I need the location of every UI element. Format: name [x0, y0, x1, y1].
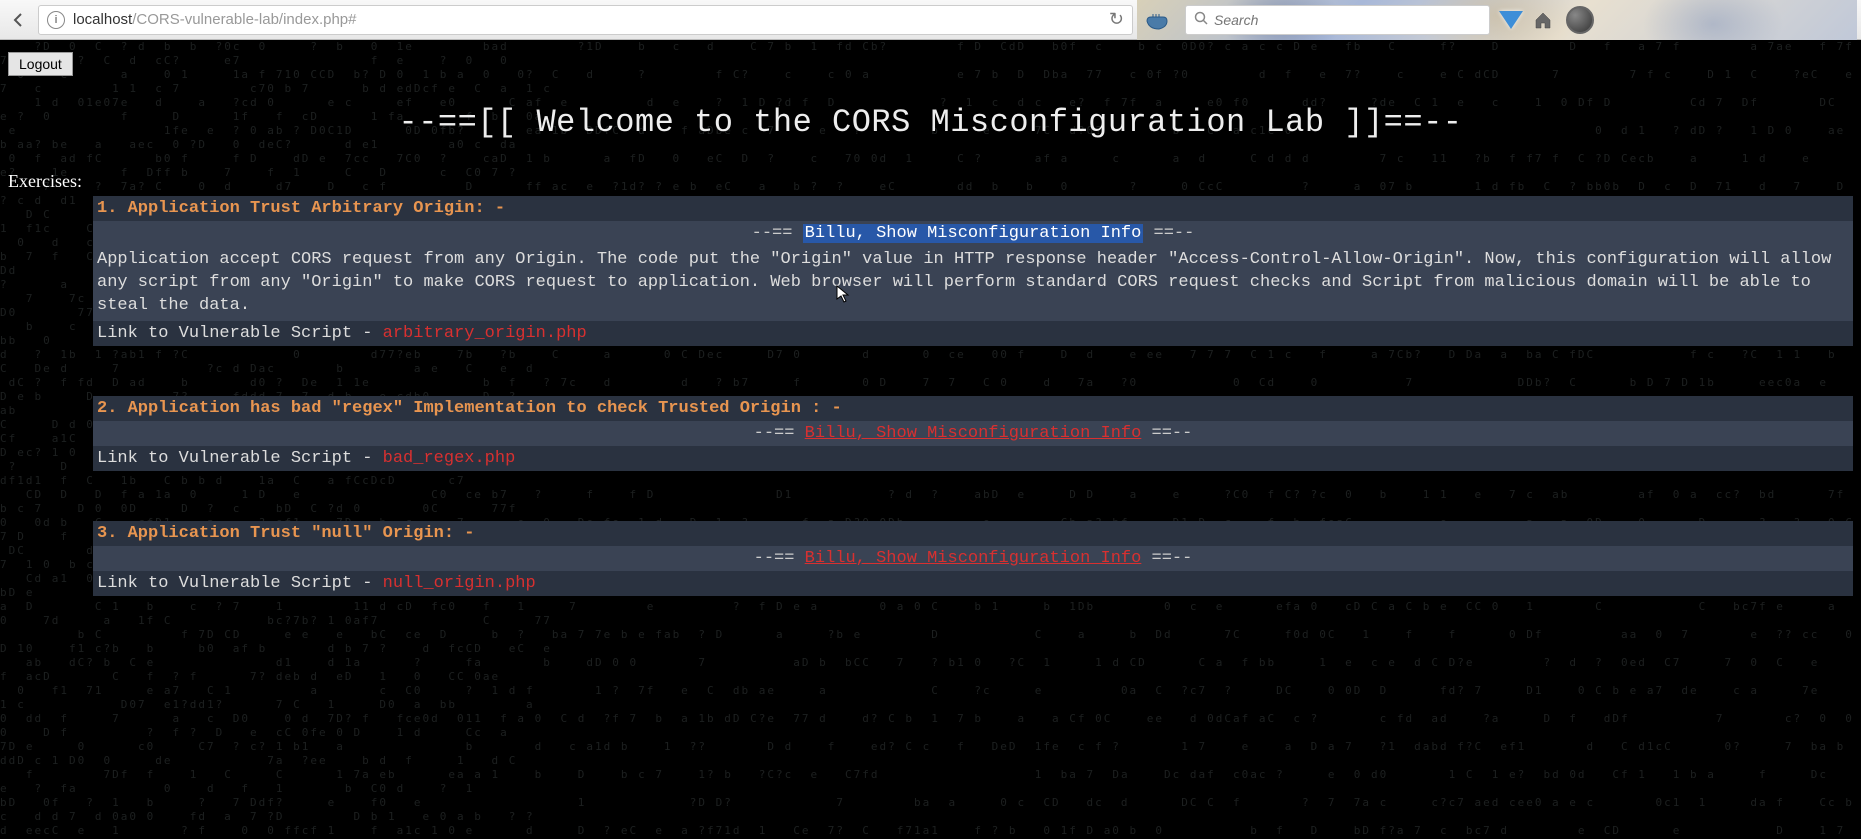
exercises-label: Exercises:	[8, 171, 1853, 192]
downloads-icon[interactable]	[1496, 5, 1526, 35]
browser-toolbar: i localhost/CORS-vulnerable-lab/index.ph…	[0, 0, 1861, 40]
url-text: localhost/CORS-vulnerable-lab/index.php#	[73, 11, 357, 28]
page-content: ?D 0 C ? d b b ?0c 0 ? b 0 1e bad ?1D b …	[0, 40, 1861, 839]
exercise-block: 3. Application Trust "null" Origin: ---=…	[93, 521, 1853, 596]
url-bar[interactable]: i localhost/CORS-vulnerable-lab/index.ph…	[38, 5, 1133, 35]
exercise-block: 2. Application has bad "regex" Implement…	[93, 396, 1853, 471]
search-input[interactable]	[1214, 12, 1481, 28]
show-misconfiguration-link[interactable]: Billu, Show Misconfiguration Info	[805, 424, 1142, 443]
back-button[interactable]	[4, 5, 34, 35]
vulnerable-script-link[interactable]: arbitrary_origin.php	[383, 324, 587, 343]
misconfiguration-banner: --== Billu, Show Misconfiguration Info =…	[93, 546, 1853, 571]
exercise-title: 1. Application Trust Arbitrary Origin: -	[93, 196, 1853, 221]
exercise-title: 3. Application Trust "null" Origin: -	[93, 521, 1853, 546]
page-title: --==[[ Welcome to the CORS Misconfigurat…	[8, 104, 1853, 141]
misconfiguration-banner: --== Billu, Show Misconfiguration Info =…	[93, 221, 1853, 246]
vulnerable-script-row: Link to Vulnerable Script - arbitrary_or…	[93, 321, 1853, 346]
menu-sphere-icon[interactable]	[1566, 6, 1594, 34]
exercise-description: Application accept CORS request from any…	[93, 246, 1853, 321]
search-icon	[1194, 11, 1208, 28]
search-bar[interactable]	[1185, 5, 1490, 35]
vulnerable-script-link[interactable]: null_origin.php	[383, 574, 536, 593]
logout-button[interactable]: Logout	[8, 52, 73, 76]
vulnerable-script-link[interactable]: bad_regex.php	[383, 449, 516, 468]
misconfiguration-banner: --== Billu, Show Misconfiguration Info =…	[93, 421, 1853, 446]
vulnerable-script-row: Link to Vulnerable Script - null_origin.…	[93, 571, 1853, 596]
show-misconfiguration-link[interactable]: Billu, Show Misconfiguration Info	[803, 224, 1144, 243]
exercise-block: 1. Application Trust Arbitrary Origin: -…	[93, 196, 1853, 346]
reload-icon[interactable]: ↻	[1109, 9, 1124, 30]
home-icon[interactable]	[1530, 7, 1556, 33]
exercise-title: 2. Application has bad "regex" Implement…	[93, 396, 1853, 421]
vulnerable-script-row: Link to Vulnerable Script - bad_regex.ph…	[93, 446, 1853, 471]
show-misconfiguration-link[interactable]: Billu, Show Misconfiguration Info	[805, 549, 1142, 568]
persona-theme-area	[1137, 0, 1857, 40]
info-icon[interactable]: i	[47, 11, 65, 29]
docker-whale-icon[interactable]	[1143, 5, 1173, 35]
